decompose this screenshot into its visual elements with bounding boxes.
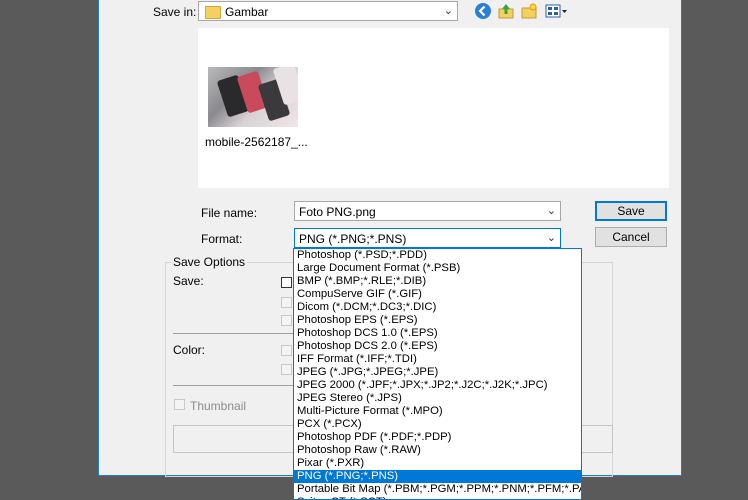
color-option-checkbox[interactable] — [281, 364, 292, 375]
format-option[interactable]: Photoshop PDF (*.PDF;*.PDP) — [294, 431, 581, 444]
format-dropdown-list[interactable]: Photoshop (*.PSD;*.PDD) Large Document Fo… — [293, 248, 582, 500]
format-select[interactable]: PNG (*.PNG;*.PNS) ⌄ — [294, 228, 561, 248]
format-option[interactable]: Photoshop Raw (*.RAW) — [294, 444, 581, 457]
format-option[interactable]: Photoshop DCS 1.0 (*.EPS) — [294, 327, 581, 340]
back-icon[interactable] — [474, 2, 492, 20]
save-option-checkbox[interactable] — [281, 315, 292, 326]
format-option[interactable]: PCX (*.PCX) — [294, 418, 581, 431]
save-option-checkbox[interactable] — [281, 297, 292, 308]
view-menu-icon[interactable] — [544, 2, 568, 20]
format-option[interactable]: Dicom (*.DCM;*.DC3;*.DIC) — [294, 301, 581, 314]
format-option[interactable]: CompuServe GIF (*.GIF) — [294, 288, 581, 301]
cancel-button[interactable]: Cancel — [595, 227, 667, 247]
file-list[interactable]: mobile-2562187_... — [198, 28, 669, 188]
up-folder-icon[interactable] — [497, 2, 515, 20]
format-option[interactable]: Photoshop (*.PSD;*.PDD) — [294, 249, 581, 262]
format-option[interactable]: JPEG (*.JPG;*.JPEG;*.JPE) — [294, 366, 581, 379]
chevron-down-icon[interactable]: ⌄ — [547, 231, 556, 244]
save-in-combo[interactable]: Gambar ⌄ — [198, 1, 458, 21]
chevron-down-icon[interactable]: ⌄ — [547, 204, 556, 217]
format-option[interactable]: Photoshop DCS 2.0 (*.EPS) — [294, 340, 581, 353]
thumbnail-label: Thumbnail — [190, 399, 247, 413]
folder-icon — [205, 6, 221, 19]
thumbnail-checkbox[interactable] — [174, 399, 185, 410]
chevron-down-icon: ⌄ — [443, 5, 453, 17]
format-option[interactable]: Photoshop EPS (*.EPS) — [294, 314, 581, 327]
format-option[interactable]: IFF Format (*.IFF;*.TDI) — [294, 353, 581, 366]
format-option[interactable]: Large Document Format (*.PSB) — [294, 262, 581, 275]
save-button[interactable]: Save — [595, 201, 667, 221]
format-option[interactable]: Multi-Picture Format (*.MPO) — [294, 405, 581, 418]
divider — [173, 385, 293, 386]
file-name-text: mobile-2562187_... — [205, 135, 308, 149]
save-option-checkbox[interactable] — [281, 277, 292, 288]
divider — [173, 333, 293, 334]
format-option[interactable]: JPEG Stereo (*.JPS) — [294, 392, 581, 405]
color-label: Color: — [173, 343, 206, 357]
format-option[interactable]: Pixar (*.PXR) — [294, 457, 581, 470]
format-option[interactable]: Scitex CT (*.SCT) — [294, 496, 581, 499]
file-name-label: File name: — [201, 206, 258, 220]
save-in-value: Gambar — [225, 5, 269, 19]
file-thumbnail — [208, 67, 298, 127]
save-options-title: Save Options — [171, 255, 248, 269]
format-option[interactable]: Portable Bit Map (*.PBM;*.PGM;*.PPM;*.PN… — [294, 483, 581, 496]
format-option[interactable]: BMP (*.BMP;*.RLE;*.DIB) — [294, 275, 581, 288]
format-option[interactable]: PNG (*.PNG;*.PNS) — [294, 470, 581, 483]
file-name-value: Foto PNG.png — [299, 205, 376, 219]
save-label: Save: — [173, 274, 204, 288]
new-folder-icon[interactable] — [520, 2, 538, 20]
save-in-label: Save in: — [153, 5, 197, 19]
color-option-checkbox[interactable] — [281, 345, 292, 356]
format-value: PNG (*.PNG;*.PNS) — [299, 232, 407, 246]
file-name-input[interactable]: Foto PNG.png ⌄ — [294, 201, 561, 221]
format-label: Format: — [201, 232, 243, 246]
format-option[interactable]: JPEG 2000 (*.JPF;*.JPX;*.JP2;*.J2C;*.J2K… — [294, 379, 581, 392]
